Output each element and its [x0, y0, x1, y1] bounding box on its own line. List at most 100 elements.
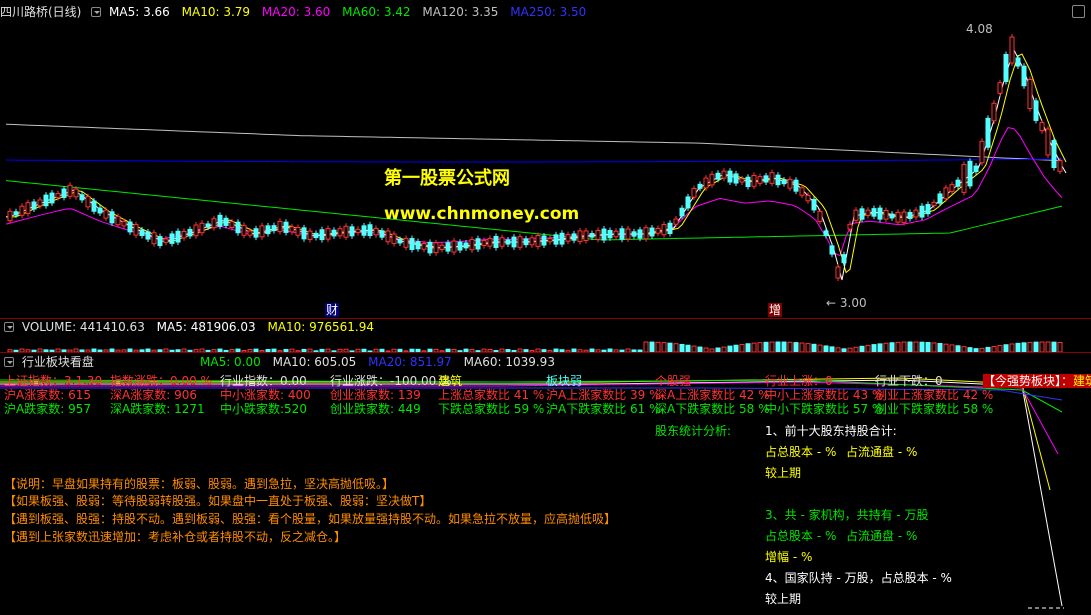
candle-body[interactable] [421, 243, 427, 250]
volume-bar[interactable] [943, 343, 949, 352]
candle-body[interactable] [139, 229, 145, 236]
volume-bar[interactable] [901, 341, 907, 352]
candle-body[interactable] [535, 234, 541, 247]
candle-body[interactable] [925, 204, 931, 215]
dropdown-icon[interactable] [4, 322, 14, 332]
candle-body[interactable] [361, 225, 367, 236]
volume-bar[interactable] [907, 341, 913, 352]
candle-body[interactable] [397, 238, 403, 244]
volume-bar[interactable] [763, 341, 769, 352]
candle-body[interactable] [187, 228, 193, 237]
candle-body[interactable] [79, 194, 85, 201]
candle-body[interactable] [649, 227, 655, 237]
candle-body[interactable] [403, 237, 409, 248]
volume-bar[interactable] [775, 341, 781, 352]
candle-body[interactable] [841, 254, 847, 264]
candle-body[interactable] [1051, 139, 1057, 169]
candle-body[interactable] [715, 172, 721, 180]
candle-body[interactable] [37, 199, 43, 207]
candle-body[interactable] [805, 194, 811, 202]
candle-body[interactable] [763, 175, 769, 183]
candle-body[interactable] [937, 193, 943, 204]
candle-body[interactable] [613, 230, 619, 238]
candle-body[interactable] [475, 238, 481, 250]
candle-body[interactable] [751, 174, 757, 187]
volume-bar[interactable] [913, 341, 919, 352]
candle-body[interactable] [433, 242, 439, 254]
volume-bar[interactable] [1045, 341, 1051, 352]
candle-body[interactable] [253, 228, 259, 238]
volume-bar[interactable] [733, 344, 739, 352]
candle-body[interactable] [739, 178, 745, 183]
candle-body[interactable] [313, 232, 319, 239]
candle-body[interactable] [679, 207, 685, 217]
candle-body[interactable] [175, 230, 181, 243]
candle-body[interactable] [949, 184, 955, 192]
volume-bar[interactable] [817, 344, 823, 352]
volume-bar[interactable] [793, 342, 799, 352]
candle-body[interactable] [439, 244, 445, 250]
candle-body[interactable] [409, 238, 415, 250]
candle-body[interactable] [223, 217, 229, 226]
candle-body[interactable] [109, 211, 115, 224]
volume-bar[interactable] [1039, 341, 1045, 352]
candle-body[interactable] [661, 224, 667, 236]
candle-body[interactable] [985, 117, 991, 148]
candle-body[interactable] [853, 209, 859, 221]
candle-body[interactable] [19, 205, 25, 216]
candle-body[interactable] [787, 178, 793, 189]
candle-body[interactable] [331, 229, 337, 237]
window-toggle-button[interactable] [1072, 5, 1085, 18]
volume-bar[interactable] [751, 342, 757, 352]
candle-body[interactable] [385, 230, 391, 243]
candle-body[interactable] [685, 196, 691, 209]
candle-body[interactable] [193, 224, 199, 237]
candle-body[interactable] [655, 227, 661, 234]
candle-body[interactable] [307, 230, 313, 241]
candle-body[interactable] [559, 232, 565, 245]
candle-body[interactable] [931, 201, 937, 206]
volume-bar[interactable] [805, 343, 811, 352]
candle-body[interactable] [319, 229, 325, 241]
candle-body[interactable] [367, 224, 373, 237]
volume-bar[interactable] [931, 342, 937, 352]
candle-body[interactable] [211, 218, 217, 229]
candle-body[interactable] [427, 241, 433, 254]
candle-body[interactable] [415, 241, 421, 250]
candle-body[interactable] [553, 234, 559, 245]
candle-body[interactable] [277, 220, 283, 233]
candle-body[interactable] [463, 242, 469, 249]
volume-bar[interactable] [811, 343, 817, 352]
candle-body[interactable] [469, 239, 475, 251]
volume-bar[interactable] [739, 343, 745, 352]
candle-body[interactable] [835, 266, 841, 279]
candle-body[interactable] [643, 227, 649, 240]
candle-body[interactable] [991, 102, 997, 122]
candle-body[interactable] [265, 225, 271, 235]
candle-body[interactable] [1039, 122, 1045, 132]
candle-body[interactable] [1021, 65, 1027, 87]
candle-body[interactable] [637, 229, 643, 239]
volume-bar[interactable] [1009, 343, 1015, 352]
volume-bar[interactable] [877, 343, 883, 352]
candle-body[interactable] [859, 208, 865, 220]
volume-bar[interactable] [1015, 342, 1021, 352]
panel-divider[interactable] [0, 352, 1091, 353]
candle-body[interactable] [691, 188, 697, 198]
candle-body[interactable] [391, 233, 397, 245]
candle-body[interactable] [877, 207, 883, 220]
candle-body[interactable] [163, 238, 169, 243]
candle-body[interactable] [757, 176, 763, 184]
volume-bar[interactable] [745, 343, 751, 352]
candle-body[interactable] [775, 174, 781, 186]
volume-bar[interactable] [757, 342, 763, 352]
candle-body[interactable] [487, 237, 493, 247]
volume-bar[interactable] [1051, 341, 1057, 352]
candle-body[interactable] [1003, 53, 1009, 83]
candle-body[interactable] [601, 228, 607, 241]
volume-bar[interactable] [1027, 341, 1033, 352]
candlestick-chart[interactable] [0, 20, 1091, 320]
candle-body[interactable] [817, 210, 823, 222]
candle-body[interactable] [727, 170, 733, 183]
candle-body[interactable] [235, 221, 241, 234]
